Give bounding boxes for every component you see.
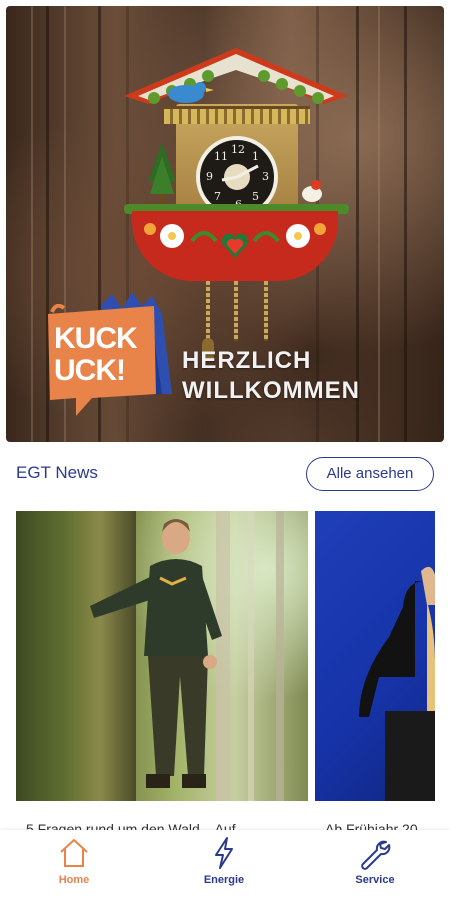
- logo-text-line2: UCK!: [54, 354, 126, 387]
- news-section-title: EGT News: [16, 463, 98, 482]
- news-card-image: [315, 511, 435, 801]
- bottom-nav-bar: Home Energie Service: [0, 830, 450, 900]
- lightning-icon: [215, 837, 233, 869]
- wrench-icon: [361, 840, 391, 870]
- nav-label-home: Home: [58, 874, 90, 886]
- logo-text-line1: KUCK: [54, 322, 138, 355]
- headline-line2: WILLKOMMEN: [182, 377, 360, 404]
- home-icon: [60, 839, 88, 867]
- nav-item-service[interactable]: Service: [325, 836, 425, 892]
- news-card[interactable]: Ab Frühjahr 20: [315, 511, 435, 833]
- nav-item-home[interactable]: Home: [24, 836, 124, 892]
- welcome-headline: HERZLICH WILLKOMMEN: [182, 346, 360, 406]
- nav-label-energie: Energie: [203, 874, 245, 886]
- hero-banner[interactable]: 12 3 6 9 1 11 5 7: [6, 6, 444, 442]
- headline-line1: HERZLICH: [182, 347, 312, 374]
- kuckuck-logo: KUCK UCK!: [42, 284, 172, 416]
- nav-item-energie[interactable]: Energie: [174, 836, 274, 892]
- news-card[interactable]: 5 Fragen rund um den Wald – Auf: [16, 511, 308, 833]
- see-all-button[interactable]: Alle ansehen: [306, 457, 434, 491]
- nav-label-service: Service: [355, 874, 395, 886]
- news-card-image: [16, 511, 308, 801]
